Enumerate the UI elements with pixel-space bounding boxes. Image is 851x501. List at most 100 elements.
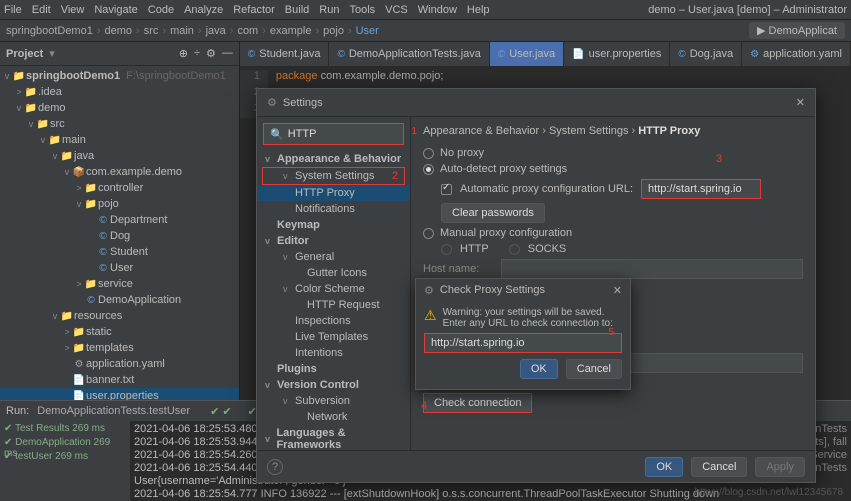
settings-tree-item[interactable]: vLanguages & Frameworks (257, 425, 410, 450)
tree-item[interactable]: v📦com.example.demo (0, 164, 239, 180)
menu-analyze[interactable]: Analyze (184, 4, 223, 16)
tree-item[interactable]: ©Dog (0, 228, 239, 244)
settings-title: Settings (283, 97, 323, 109)
editor-tab[interactable]: 📄user.properties (564, 42, 670, 66)
close-icon[interactable]: ✕ (613, 284, 622, 297)
settings-tree-item[interactable]: Live Templates (257, 329, 410, 345)
proxy-dialog-title: Check Proxy Settings (440, 284, 545, 296)
settings-tree-item[interactable]: Notifications (257, 201, 410, 217)
tree-item[interactable]: 📄banner.txt (0, 372, 239, 388)
tree-item[interactable]: ©DemoApplication (0, 292, 239, 308)
host-input[interactable] (501, 259, 803, 279)
ok-button[interactable]: OK (645, 457, 683, 477)
bc-3[interactable]: main (170, 25, 194, 37)
tree-item[interactable]: ©User (0, 260, 239, 276)
bc-6[interactable]: example (270, 25, 312, 37)
menu-view[interactable]: View (61, 4, 85, 16)
proxy-cancel-button[interactable]: Cancel (566, 359, 622, 379)
settings-tree-item[interactable]: Inspections (257, 313, 410, 329)
settings-tree-item[interactable]: vVersion Control (257, 377, 410, 393)
proxy-url-input[interactable] (641, 179, 761, 199)
apply-button[interactable]: Apply (755, 457, 805, 477)
tree-item[interactable]: v📁demo (0, 100, 239, 116)
proxy-check-url-input[interactable] (424, 333, 622, 353)
editor-tab[interactable]: ©User.java (490, 42, 564, 66)
help-icon[interactable]: ? (267, 459, 283, 475)
tree-item[interactable]: ©Department (0, 212, 239, 228)
test-tree[interactable]: ✔ Test Results 269 ms ✔ DemoApplication … (0, 421, 130, 501)
menu-window[interactable]: Window (418, 4, 457, 16)
editor-tabs: ©Student.java©DemoApplicationTests.java©… (240, 42, 851, 66)
proxy-prompt-text: Enter any URL to check connection to: (443, 318, 613, 329)
editor-tab[interactable]: ©Student.java (240, 42, 330, 66)
settings-tree-item[interactable]: Gutter Icons (257, 265, 410, 281)
close-icon[interactable]: ✕ (796, 96, 805, 109)
editor-tab[interactable]: ©Dog.java (670, 42, 742, 66)
bc-4[interactable]: java (206, 25, 226, 37)
tree-item[interactable]: v📁pojo (0, 196, 239, 212)
tree-item[interactable]: >📁service (0, 276, 239, 292)
tree-item[interactable]: v📁src (0, 116, 239, 132)
menu-edit[interactable]: Edit (32, 4, 51, 16)
proxy-ok-button[interactable]: OK (520, 359, 558, 379)
settings-tree-item[interactable]: HTTP Proxy (257, 185, 410, 201)
tree-item[interactable]: >📁static (0, 324, 239, 340)
auto-url-check[interactable] (441, 184, 452, 195)
auto-detect-radio[interactable]: Auto-detect proxy settings (423, 163, 803, 175)
menu-help[interactable]: Help (467, 4, 490, 16)
tree-item[interactable]: v📁main (0, 132, 239, 148)
bc-0[interactable]: springbootDemo1 (6, 25, 93, 37)
gear-icon[interactable]: ⚙ (206, 47, 216, 60)
settings-tree-item[interactable]: vEditor (257, 233, 410, 249)
warning-icon: ⚠ (424, 307, 437, 324)
annotation-4: 4 (421, 400, 427, 412)
menu-code[interactable]: Code (148, 4, 174, 16)
tree-item[interactable]: >📁.idea (0, 84, 239, 100)
menu-bar: File Edit View Navigate Code Analyze Ref… (0, 0, 851, 20)
settings-tree-item[interactable]: vSystem Settings2 (262, 167, 405, 185)
hide-icon[interactable]: — (222, 47, 233, 60)
bc-5[interactable]: com (237, 25, 258, 37)
settings-tree-item[interactable]: Plugins (257, 361, 410, 377)
select-opened-icon[interactable]: ⊕ (179, 47, 188, 60)
tree-item[interactable]: v📁resources (0, 308, 239, 324)
editor-tab[interactable]: ©DemoApplicationTests.java (329, 42, 489, 66)
tree-item[interactable]: >📁controller (0, 180, 239, 196)
settings-search[interactable]: 🔍 1 (263, 123, 404, 145)
search-input[interactable] (288, 128, 397, 140)
settings-tree[interactable]: vAppearance & BehaviorvSystem Settings2H… (257, 151, 410, 450)
bc-2[interactable]: src (144, 25, 159, 37)
settings-tree-item[interactable]: vAppearance & Behavior (257, 151, 410, 167)
menu-file[interactable]: File (4, 4, 22, 16)
tree-item[interactable]: >📁templates (0, 340, 239, 356)
run-config[interactable]: DemoApplicationTests.testUser (37, 405, 190, 417)
tree-item[interactable]: ©Student (0, 244, 239, 260)
run-config-selector[interactable]: ▶ DemoApplicat (749, 22, 845, 39)
settings-tree-item[interactable]: HTTP Request (257, 297, 410, 313)
tree-item[interactable]: ⚙application.yaml (0, 356, 239, 372)
collapse-icon[interactable]: ÷ (194, 47, 200, 60)
settings-tree-item[interactable]: Intentions (257, 345, 410, 361)
menu-navigate[interactable]: Navigate (94, 4, 137, 16)
settings-tree-item[interactable]: vColor Scheme (257, 281, 410, 297)
check-connection-button[interactable]: Check connection (424, 394, 531, 412)
menu-tools[interactable]: Tools (349, 4, 375, 16)
bc-7[interactable]: pojo (323, 25, 344, 37)
bc-8[interactable]: User (356, 25, 379, 37)
menu-build[interactable]: Build (285, 4, 309, 16)
menu-refactor[interactable]: Refactor (233, 4, 275, 16)
bc-1[interactable]: demo (105, 25, 133, 37)
editor-tab[interactable]: ⚙application.yaml (742, 42, 851, 66)
settings-tree-item[interactable]: Network (257, 409, 410, 425)
cancel-button[interactable]: Cancel (691, 457, 747, 477)
clear-passwords-button[interactable]: Clear passwords (441, 203, 545, 223)
menu-vcs[interactable]: VCS (385, 4, 408, 16)
manual-proxy-radio[interactable]: Manual proxy configuration (423, 227, 803, 239)
annotation-3: 3 (716, 153, 722, 165)
settings-tree-item[interactable]: Keymap (257, 217, 410, 233)
tree-item[interactable]: v📁java (0, 148, 239, 164)
no-proxy-radio[interactable]: No proxy (423, 147, 803, 159)
menu-run[interactable]: Run (319, 4, 339, 16)
settings-tree-item[interactable]: vSubversion (257, 393, 410, 409)
settings-tree-item[interactable]: vGeneral (257, 249, 410, 265)
